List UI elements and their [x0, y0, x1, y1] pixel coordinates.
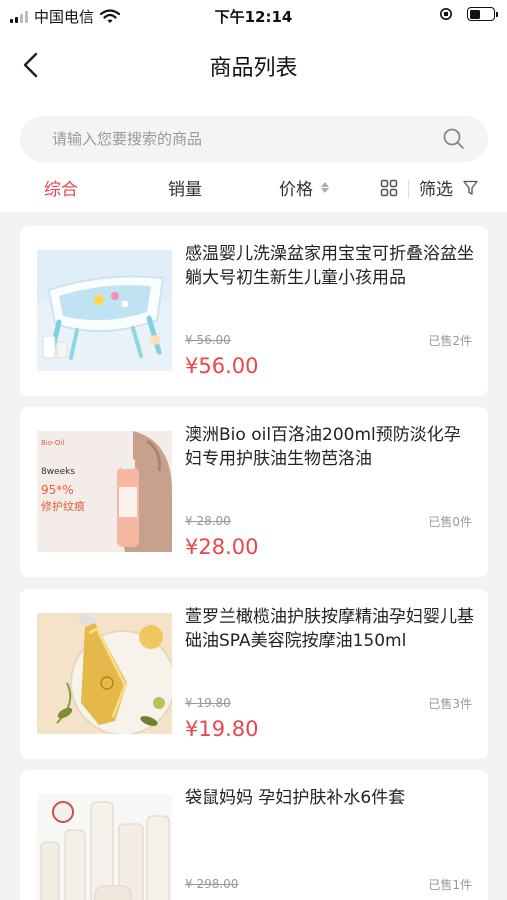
product-title: 袋鼠妈妈 孕妇护肤补水6件套	[185, 788, 406, 808]
product-price: ¥28.00	[185, 535, 259, 559]
funnel-icon	[463, 180, 478, 195]
sold-count: 已售0件	[428, 515, 472, 529]
product-image: Bio-Oil 8weeks 95*% 修护纹痕	[37, 431, 172, 552]
search-input[interactable]	[52, 116, 442, 162]
image-claim-text: 修护纹痕	[41, 499, 85, 513]
tab-comprehensive-label: 综合	[44, 180, 78, 200]
original-price: ¥ 56.00	[185, 333, 231, 347]
status-time: 下午12:14	[214, 8, 293, 26]
product-card[interactable]: Bio-Oil 8weeks 95*% 修护纹痕 澳洲Bio oil百洛油200…	[20, 407, 488, 577]
battery-level	[469, 9, 480, 19]
product-image	[37, 250, 172, 371]
product-image	[37, 613, 172, 734]
filter-divider	[408, 180, 409, 198]
image-percent-text: 95*%	[41, 483, 74, 497]
tab-price[interactable]: 价格	[279, 175, 329, 200]
original-price: ¥ 298.00	[185, 877, 239, 891]
grid-view-icon[interactable]	[380, 179, 398, 197]
sold-count: 已售3件	[428, 697, 472, 711]
tab-sales[interactable]: 销量	[168, 175, 202, 200]
product-card[interactable]: 感温婴儿洗澡盆家用宝宝可折叠浴盆坐躺大号初生新生儿童小孩用品 ¥ 56.00 ¥…	[20, 226, 488, 396]
product-title: 萱罗兰橄榄油护肤按摩精油孕妇婴儿基础油SPA美容院按摩油150ml	[185, 607, 474, 651]
product-price: ¥56.00	[185, 354, 259, 378]
nav-bar: 商品列表	[0, 32, 507, 98]
product-card[interactable]: 萱罗兰橄榄油护肤按摩精油孕妇婴儿基础油SPA美容院按摩油150ml ¥ 19.8…	[20, 589, 488, 759]
product-card[interactable]: 袋鼠妈妈 孕妇护肤补水6件套 ¥ 298.00 已售1件	[20, 770, 488, 900]
image-brand-text: Bio-Oil	[41, 439, 64, 447]
filter-label: 筛选	[419, 180, 453, 200]
product-title: 感温婴儿洗澡盆家用宝宝可折叠浴盆坐躺大号初生新生儿童小孩用品	[185, 244, 474, 288]
original-price: ¥ 28.00	[185, 514, 231, 528]
sort-arrows-icon	[321, 182, 329, 193]
status-bar: 中国电信 下午12:14	[0, 0, 507, 32]
filter-button[interactable]: 筛选	[419, 175, 478, 200]
battery-icon	[467, 7, 498, 21]
search-box[interactable]	[20, 116, 488, 162]
product-image	[37, 794, 172, 900]
search-icon[interactable]	[442, 127, 466, 151]
sold-count: 已售2件	[428, 334, 472, 348]
tab-sales-label: 销量	[168, 180, 202, 200]
orientation-lock-icon	[440, 8, 452, 20]
search-section	[0, 98, 507, 170]
tab-price-label: 价格	[279, 180, 313, 200]
filter-bar: 综合 销量 价格 筛选	[0, 170, 507, 212]
product-title: 澳洲Bio oil百洛油200ml预防淡化孕妇专用护肤油生物芭洛油	[185, 425, 461, 469]
product-price: ¥19.80	[185, 717, 259, 741]
sold-count: 已售1件	[428, 878, 472, 892]
image-weeks-text: 8weeks	[41, 467, 75, 477]
original-price: ¥ 19.80	[185, 696, 231, 710]
page-title: 商品列表	[209, 56, 298, 81]
tab-comprehensive[interactable]: 综合	[44, 175, 78, 200]
